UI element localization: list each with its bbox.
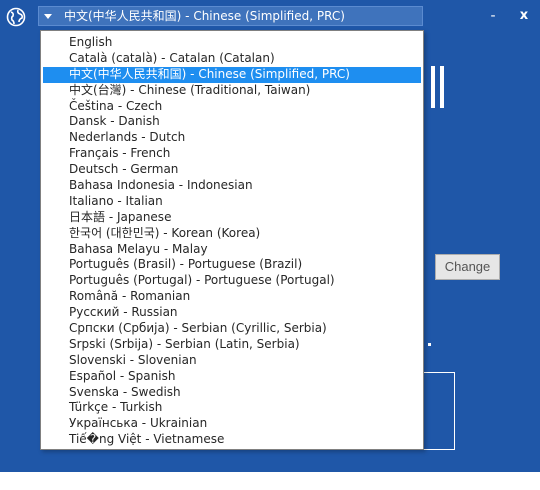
- language-option[interactable]: Čeština - Czech: [43, 99, 421, 115]
- language-option[interactable]: Deutsch - German: [43, 162, 421, 178]
- language-option[interactable]: 한국어 (대한민국) - Korean (Korea): [43, 226, 421, 242]
- language-option[interactable]: Slovenski - Slovenian: [43, 353, 421, 369]
- language-option[interactable]: Srpski (Srbija) - Serbian (Latin, Serbia…: [43, 337, 421, 353]
- app-window: 中文(中华人民共和国) - Chinese (Simplified, PRC) …: [0, 0, 540, 472]
- background-frame: [423, 372, 455, 450]
- language-option[interactable]: Svenska - Swedish: [43, 385, 421, 401]
- language-option[interactable]: Español - Spanish: [43, 369, 421, 385]
- language-option[interactable]: Türkçe - Turkish: [43, 400, 421, 416]
- language-option[interactable]: Bahasa Melayu - Malay: [43, 242, 421, 258]
- language-option[interactable]: Dansk - Danish: [43, 114, 421, 130]
- language-option[interactable]: Català (català) - Catalan (Catalan): [43, 51, 421, 67]
- language-option[interactable]: Русский - Russian: [43, 305, 421, 321]
- language-option[interactable]: Português (Brasil) - Portuguese (Brazil): [43, 257, 421, 273]
- change-button[interactable]: Change: [435, 254, 500, 280]
- language-option[interactable]: Italiano - Italian: [43, 194, 421, 210]
- language-option[interactable]: Français - French: [43, 146, 421, 162]
- language-dropdown-list[interactable]: English Català (català) - Catalan (Catala…: [40, 30, 424, 450]
- language-options: English Català (català) - Catalan (Catala…: [41, 31, 423, 448]
- language-option[interactable]: Nederlands - Dutch: [43, 130, 421, 146]
- language-option[interactable]: 中文(中华人民共和国) - Chinese (Simplified, PRC): [43, 66, 421, 83]
- language-option[interactable]: English: [43, 35, 421, 51]
- minimize-button[interactable]: -: [483, 6, 503, 26]
- close-button[interactable]: x: [514, 6, 534, 26]
- pause-icon: [431, 66, 445, 108]
- language-option[interactable]: Português (Portugal) - Portuguese (Portu…: [43, 273, 421, 289]
- language-option[interactable]: Українська - Ukrainian: [43, 416, 421, 432]
- language-option[interactable]: Српски (Србија) - Serbian (Cyrillic, Ser…: [43, 321, 421, 337]
- language-option[interactable]: Română - Romanian: [43, 289, 421, 305]
- dropdown-arrow-icon[interactable]: [44, 7, 54, 25]
- selected-language-value: 中文(中华人民共和国) - Chinese (Simplified, PRC): [64, 9, 345, 23]
- language-option[interactable]: Tiế�ng Việt - Vietnamese: [43, 432, 421, 448]
- globe-icon[interactable]: [6, 7, 26, 27]
- background-dot: [428, 343, 431, 346]
- language-option[interactable]: Bahasa Indonesia - Indonesian: [43, 178, 421, 194]
- language-select[interactable]: 中文(中华人民共和国) - Chinese (Simplified, PRC): [38, 6, 423, 26]
- language-option[interactable]: 中文(台灣) - Chinese (Traditional, Taiwan): [43, 83, 421, 99]
- language-option[interactable]: 日本語 - Japanese: [43, 210, 421, 226]
